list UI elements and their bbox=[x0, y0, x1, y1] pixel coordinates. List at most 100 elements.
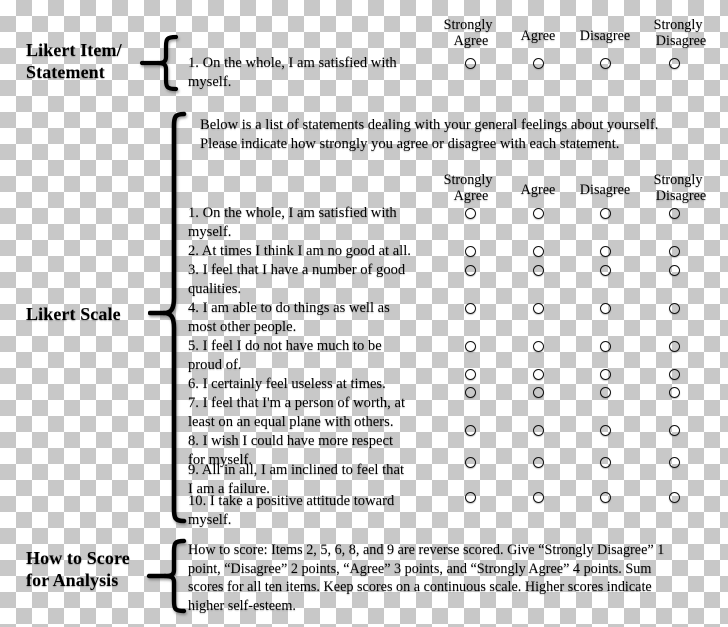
statement-line1: 9. All in all, I am inclined to feel tha… bbox=[188, 462, 405, 478]
statement-row: 7. I feel that I'm a person of worth, at… bbox=[188, 394, 405, 432]
radio-item7-agree[interactable] bbox=[533, 387, 544, 398]
statement-line2: myself. bbox=[188, 223, 232, 240]
radio-item6-agree[interactable] bbox=[533, 369, 544, 380]
radio-item10-strongly-disagree[interactable] bbox=[669, 492, 680, 503]
annotation-how-to-score-line1: How to Score bbox=[26, 548, 130, 568]
sample-item-line2: myself. bbox=[188, 73, 232, 90]
statement-line1: 7. I feel that I'm a person of worth, at bbox=[188, 395, 406, 411]
radio-item1-strongly-disagree[interactable] bbox=[669, 208, 680, 219]
radio-item3-strongly-agree[interactable] bbox=[465, 265, 476, 276]
scoring-line1: How to score: Items 2, 5, 6, 8, and 9 ar… bbox=[188, 542, 665, 558]
radio-item8-disagree[interactable] bbox=[600, 425, 611, 436]
radio-item2-strongly-disagree[interactable] bbox=[669, 246, 680, 257]
statement-row: 6. I certainly feel useless at times. bbox=[188, 375, 386, 394]
sample-item-text: 1. On the whole, I am satisfied with mys… bbox=[188, 54, 397, 92]
statement-line2: least on an equal plane with others. bbox=[188, 413, 394, 430]
scoring-line2: point, “Disagree” 2 points, “Agree” 3 po… bbox=[188, 560, 652, 577]
radio-item7-strongly-agree[interactable] bbox=[465, 387, 476, 398]
radio-sample-strongly-agree[interactable] bbox=[465, 58, 476, 69]
column-header-strongly-disagree-top: Strongly Disagree bbox=[638, 17, 718, 49]
radio-item3-strongly-disagree[interactable] bbox=[669, 265, 680, 276]
radio-item2-strongly-agree[interactable] bbox=[465, 246, 476, 257]
radio-item4-strongly-agree[interactable] bbox=[465, 303, 476, 314]
sample-item-line1: 1. On the whole, I am satisfied with bbox=[188, 55, 397, 71]
radio-item1-strongly-agree[interactable] bbox=[465, 208, 476, 219]
column-header-disagree: Disagree bbox=[568, 182, 642, 198]
radio-item9-disagree[interactable] bbox=[600, 457, 611, 468]
statement-row: 2. At times I think I am no good at all. bbox=[188, 242, 411, 261]
radio-item7-disagree[interactable] bbox=[600, 387, 611, 398]
statement-line2: myself. bbox=[188, 511, 232, 528]
statement-row: 10. I take a positive attitude toward my… bbox=[188, 492, 394, 530]
radio-item4-agree[interactable] bbox=[533, 303, 544, 314]
column-header-strongly-disagree: Strongly Disagree bbox=[638, 172, 718, 204]
column-header-line1: Strongly bbox=[443, 172, 493, 188]
statement-row: 3. I feel that I have a number of good q… bbox=[188, 261, 405, 299]
statement-line1: 8. I wish I could have more respect bbox=[188, 433, 394, 449]
radio-item7-strongly-disagree[interactable] bbox=[669, 387, 680, 398]
column-header-line1: Agree bbox=[520, 182, 556, 198]
radio-item6-disagree[interactable] bbox=[600, 369, 611, 380]
likert-scale-diagram: Likert Item/ Statement Strongly Agree Ag… bbox=[0, 0, 728, 627]
brace-likert-scale bbox=[148, 110, 190, 525]
radio-item5-disagree[interactable] bbox=[600, 341, 611, 352]
column-header-agree-top: Agree bbox=[502, 28, 574, 44]
radio-item2-disagree[interactable] bbox=[600, 246, 611, 257]
radio-item9-strongly-disagree[interactable] bbox=[669, 457, 680, 468]
column-header-strongly-agree-top: Strongly Agree bbox=[432, 17, 504, 49]
radio-item3-disagree[interactable] bbox=[600, 265, 611, 276]
scoring-line3: scores for all ten items. Keep scores on… bbox=[188, 579, 652, 596]
column-header-line1: Strongly bbox=[653, 17, 703, 33]
radio-item1-agree[interactable] bbox=[533, 208, 544, 219]
scoring-instructions: How to score: Items 2, 5, 6, 8, and 9 ar… bbox=[188, 541, 664, 616]
radio-item8-agree[interactable] bbox=[533, 425, 544, 436]
statement-line1: 6. I certainly feel useless at times. bbox=[188, 376, 386, 392]
column-header-strongly-agree: Strongly Agree bbox=[432, 172, 504, 204]
annotation-how-to-score: How to Score for Analysis bbox=[26, 548, 130, 592]
statement-line2: proud of. bbox=[188, 356, 242, 373]
scoring-line4: higher self-esteem. bbox=[188, 598, 296, 615]
radio-item5-strongly-agree[interactable] bbox=[465, 341, 476, 352]
statement-row: 5. I feel I do not have much to be proud… bbox=[188, 337, 382, 375]
brace-likert-item bbox=[136, 33, 180, 93]
radio-item3-agree[interactable] bbox=[533, 265, 544, 276]
radio-item6-strongly-disagree[interactable] bbox=[669, 369, 680, 380]
statement-row: 1. On the whole, I am satisfied with mys… bbox=[188, 204, 397, 242]
column-header-line2: Agree bbox=[453, 33, 489, 50]
radio-item9-agree[interactable] bbox=[533, 457, 544, 468]
annotation-how-to-score-line2: for Analysis bbox=[26, 569, 119, 590]
annotation-likert-item-line2: Statement bbox=[26, 61, 105, 82]
radio-item2-agree[interactable] bbox=[533, 246, 544, 257]
radio-item8-strongly-disagree[interactable] bbox=[669, 425, 680, 436]
column-header-line1: Agree bbox=[520, 28, 556, 44]
radio-item6-strongly-agree[interactable] bbox=[465, 369, 476, 380]
radio-item5-strongly-disagree[interactable] bbox=[669, 341, 680, 352]
statement-row: 4. I am able to do things as well as mos… bbox=[188, 299, 390, 337]
radio-item4-disagree[interactable] bbox=[600, 303, 611, 314]
column-header-line2: Disagree bbox=[655, 33, 707, 50]
annotation-likert-item-line1: Likert Item/ bbox=[26, 40, 122, 60]
radio-item4-strongly-disagree[interactable] bbox=[669, 303, 680, 314]
radio-item10-agree[interactable] bbox=[533, 492, 544, 503]
radio-item10-disagree[interactable] bbox=[600, 492, 611, 503]
annotation-likert-scale-text: Likert Scale bbox=[26, 304, 121, 324]
column-header-line2: Agree bbox=[453, 188, 489, 205]
annotation-likert-scale: Likert Scale bbox=[26, 304, 121, 326]
radio-sample-disagree[interactable] bbox=[600, 58, 611, 69]
radio-item10-strongly-agree[interactable] bbox=[465, 492, 476, 503]
radio-item9-strongly-agree[interactable] bbox=[465, 457, 476, 468]
radio-item1-disagree[interactable] bbox=[600, 208, 611, 219]
column-header-agree: Agree bbox=[502, 182, 574, 198]
statement-line1: 2. At times I think I am no good at all. bbox=[188, 243, 411, 259]
radio-sample-agree[interactable] bbox=[533, 58, 544, 69]
column-header-line1: Strongly bbox=[443, 17, 493, 33]
radio-item8-strongly-agree[interactable] bbox=[465, 425, 476, 436]
statement-line1: 5. I feel I do not have much to be bbox=[188, 338, 382, 354]
column-header-line1: Disagree bbox=[579, 182, 631, 198]
radio-sample-strongly-disagree[interactable] bbox=[669, 58, 680, 69]
radio-item5-agree[interactable] bbox=[533, 341, 544, 352]
brace-how-to-score bbox=[144, 537, 188, 617]
column-header-line1: Strongly bbox=[653, 172, 703, 188]
instructions-line2: Please indicate how strongly you agree o… bbox=[200, 135, 620, 152]
statement-line1: 4. I am able to do things as well as bbox=[188, 300, 390, 316]
